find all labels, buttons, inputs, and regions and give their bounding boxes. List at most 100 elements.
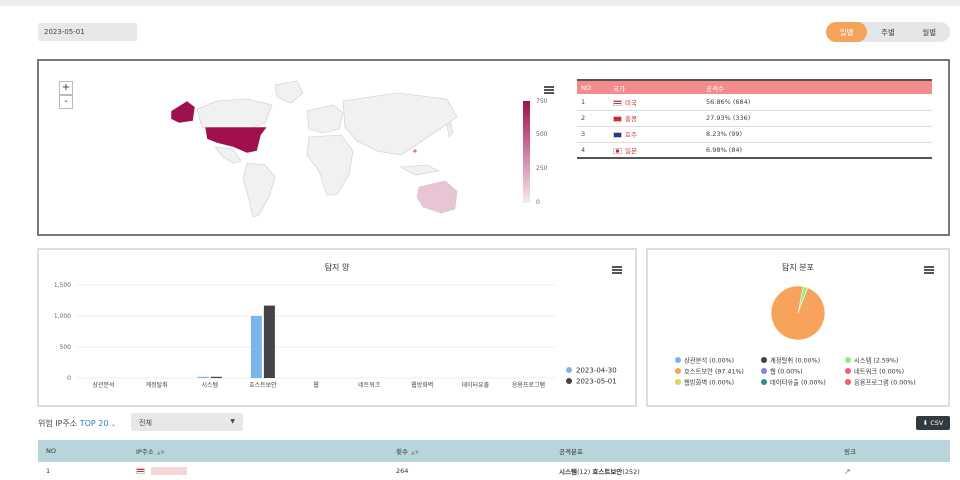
zoom-out-button[interactable]: - <box>59 95 73 109</box>
table-row: 3 호주 8.23% (99) <box>577 126 932 143</box>
legend-label[interactable]: 네트워크 (0.00%) <box>854 367 904 376</box>
date-input[interactable]: 2023-05-01 <box>38 23 137 41</box>
attack-value: 27.93% (336) <box>702 110 932 127</box>
map-japan <box>446 122 454 138</box>
masked-ip <box>151 467 187 475</box>
legend-marker <box>845 368 851 374</box>
map-zoom-controls: + - <box>59 81 73 109</box>
legend-label[interactable]: 상관분석 (0.00%) <box>684 356 734 365</box>
x-tick-label: 시스템 <box>201 382 218 389</box>
country-table: NO 국가 공격수 1 미국 56.86% (684) 2 홍콩 27.93% … <box>577 79 932 159</box>
x-tick-label: 웹방화벽 <box>411 381 433 389</box>
legend-label[interactable]: 시스템 (2.59%) <box>854 357 898 365</box>
legend-label[interactable]: 웹 (0.00%) <box>770 367 803 376</box>
top-label: TOP <box>79 419 96 428</box>
legend-label[interactable]: 계정탈취 (0.00%) <box>770 356 820 365</box>
csv-download-button[interactable]: ⬇ CSV <box>916 416 950 430</box>
table-row: 2 홍콩 27.93% (336) <box>577 110 932 127</box>
col-link: 링크 <box>836 440 950 462</box>
us-flag-icon <box>613 99 622 106</box>
map-asia <box>342 92 458 156</box>
legend-label[interactable]: 데이터유출 (0.00%) <box>770 378 826 387</box>
attack-value: 6.98% (84) <box>702 142 932 159</box>
detection-distribution-panel: 탐지 분포 상관분석 (0.00%) 계정탈취 (0.00%) 시스템 (2.59%… <box>646 248 950 407</box>
jp-flag-icon <box>613 147 622 154</box>
y-tick-label: 1,000 <box>54 313 71 320</box>
map-panel: + - 750 500 250 0 NO 국가 공격수 1 미국 56.86% … <box>37 59 950 236</box>
legend-marker <box>761 368 767 374</box>
link-cell: ↗ <box>836 462 950 480</box>
y-tick-label: 500 <box>60 344 72 351</box>
external-link-icon[interactable]: ↗ <box>844 467 851 476</box>
legend-marker <box>675 357 681 363</box>
bar-2023-05-01[interactable] <box>263 305 275 378</box>
map-alaska <box>170 100 196 124</box>
country-name[interactable]: 미국 <box>625 99 637 107</box>
legend-label[interactable]: 2023-05-01 <box>576 378 617 386</box>
select-value: 전체 <box>139 419 152 427</box>
bar-2023-05-01[interactable] <box>210 376 222 378</box>
ip-cell <box>128 462 388 480</box>
legend-marker <box>845 379 851 385</box>
col-no: NO <box>577 79 609 94</box>
tab-weekly[interactable]: 주별 <box>867 22 908 42</box>
color-scale-bar <box>523 101 530 203</box>
x-tick-label: 응용프로그램 <box>512 382 545 389</box>
scale-tick-750: 750 <box>536 98 548 105</box>
tab-monthly[interactable]: 월별 <box>909 22 950 42</box>
country-name[interactable]: 호주 <box>625 131 637 139</box>
y-tick-label: 1,500 <box>54 282 71 289</box>
legend-marker <box>675 379 681 385</box>
legend-label[interactable]: 2023-04-30 <box>576 367 617 375</box>
legend-label[interactable]: 호스트보안 (97.41%) <box>684 367 744 376</box>
pie-slice[interactable] <box>770 285 826 341</box>
legend-marker <box>566 367 572 373</box>
country-name[interactable]: 홍콩 <box>625 115 637 123</box>
col-distribution: 공격분포 <box>551 440 836 462</box>
top-strip <box>0 0 960 6</box>
col-ip[interactable]: IP주소 ▲▼ <box>128 440 388 462</box>
period-toggle: 일별 주별 월별 <box>826 22 950 42</box>
x-tick-label: 네트워크 <box>358 381 381 389</box>
us-flag-icon <box>136 468 145 474</box>
zoom-in-button[interactable]: + <box>59 81 73 95</box>
row-no: 4 <box>577 142 609 159</box>
risk-ip-table: NO IP주소 ▲▼ 횟수 ▲▼ 공격분포 링크 1 264 시스템(12) 호스트… <box>38 440 950 480</box>
row-no: 2 <box>577 110 609 127</box>
col-no: NO <box>38 440 128 462</box>
sort-icon[interactable]: ▲▼ <box>411 450 419 456</box>
map-indonesia <box>400 164 440 176</box>
col-country: 국가 <box>609 79 702 94</box>
category-select[interactable]: 전체 ▼ <box>131 413 243 431</box>
scale-tick-250: 250 <box>536 165 548 172</box>
caret-down-icon: ▼ <box>230 418 235 425</box>
bar-2023-04-30[interactable] <box>250 316 262 378</box>
tab-daily[interactable]: 일별 <box>826 22 868 42</box>
risk-ip-text: 위험 IP주소 <box>38 419 78 428</box>
x-tick-label: 호스트보안 <box>249 381 277 389</box>
map-mexico <box>214 146 242 164</box>
csv-label: CSV <box>930 419 944 427</box>
country-name[interactable]: 일본 <box>625 147 637 155</box>
row-no: 1 <box>577 94 609 111</box>
count-cell: 264 <box>396 467 409 475</box>
map-australia <box>416 180 458 214</box>
legend-label[interactable]: 웹방화벽 (0.00%) <box>684 378 734 387</box>
chevron-down-icon[interactable]: ⌄ <box>111 421 116 428</box>
scale-tick-500: 500 <box>536 131 548 138</box>
risk-ip-label: 위험 IP주소 TOP 20 ⌄ <box>38 418 116 429</box>
x-tick-label: 계정탈취 <box>146 381 168 389</box>
bar-2023-04-30[interactable] <box>197 376 209 378</box>
top-value[interactable]: 20 <box>98 419 108 428</box>
map-menu-icon[interactable] <box>544 86 554 94</box>
row-no: 1 <box>46 467 51 475</box>
legend-marker <box>675 368 681 374</box>
table-row: 4 일본 6.98% (84) <box>577 142 932 159</box>
sort-icon[interactable]: ▲▼ <box>157 450 165 456</box>
col-count[interactable]: 횟수 ▲▼ <box>388 440 551 462</box>
table-row: 1 미국 56.86% (684) <box>577 94 932 111</box>
x-tick-label: 데이터유출 <box>462 381 490 389</box>
legend-marker <box>761 357 767 363</box>
x-tick-label: 웹 <box>313 381 319 389</box>
legend-label[interactable]: 응용프로그램 (0.00%) <box>854 379 916 387</box>
